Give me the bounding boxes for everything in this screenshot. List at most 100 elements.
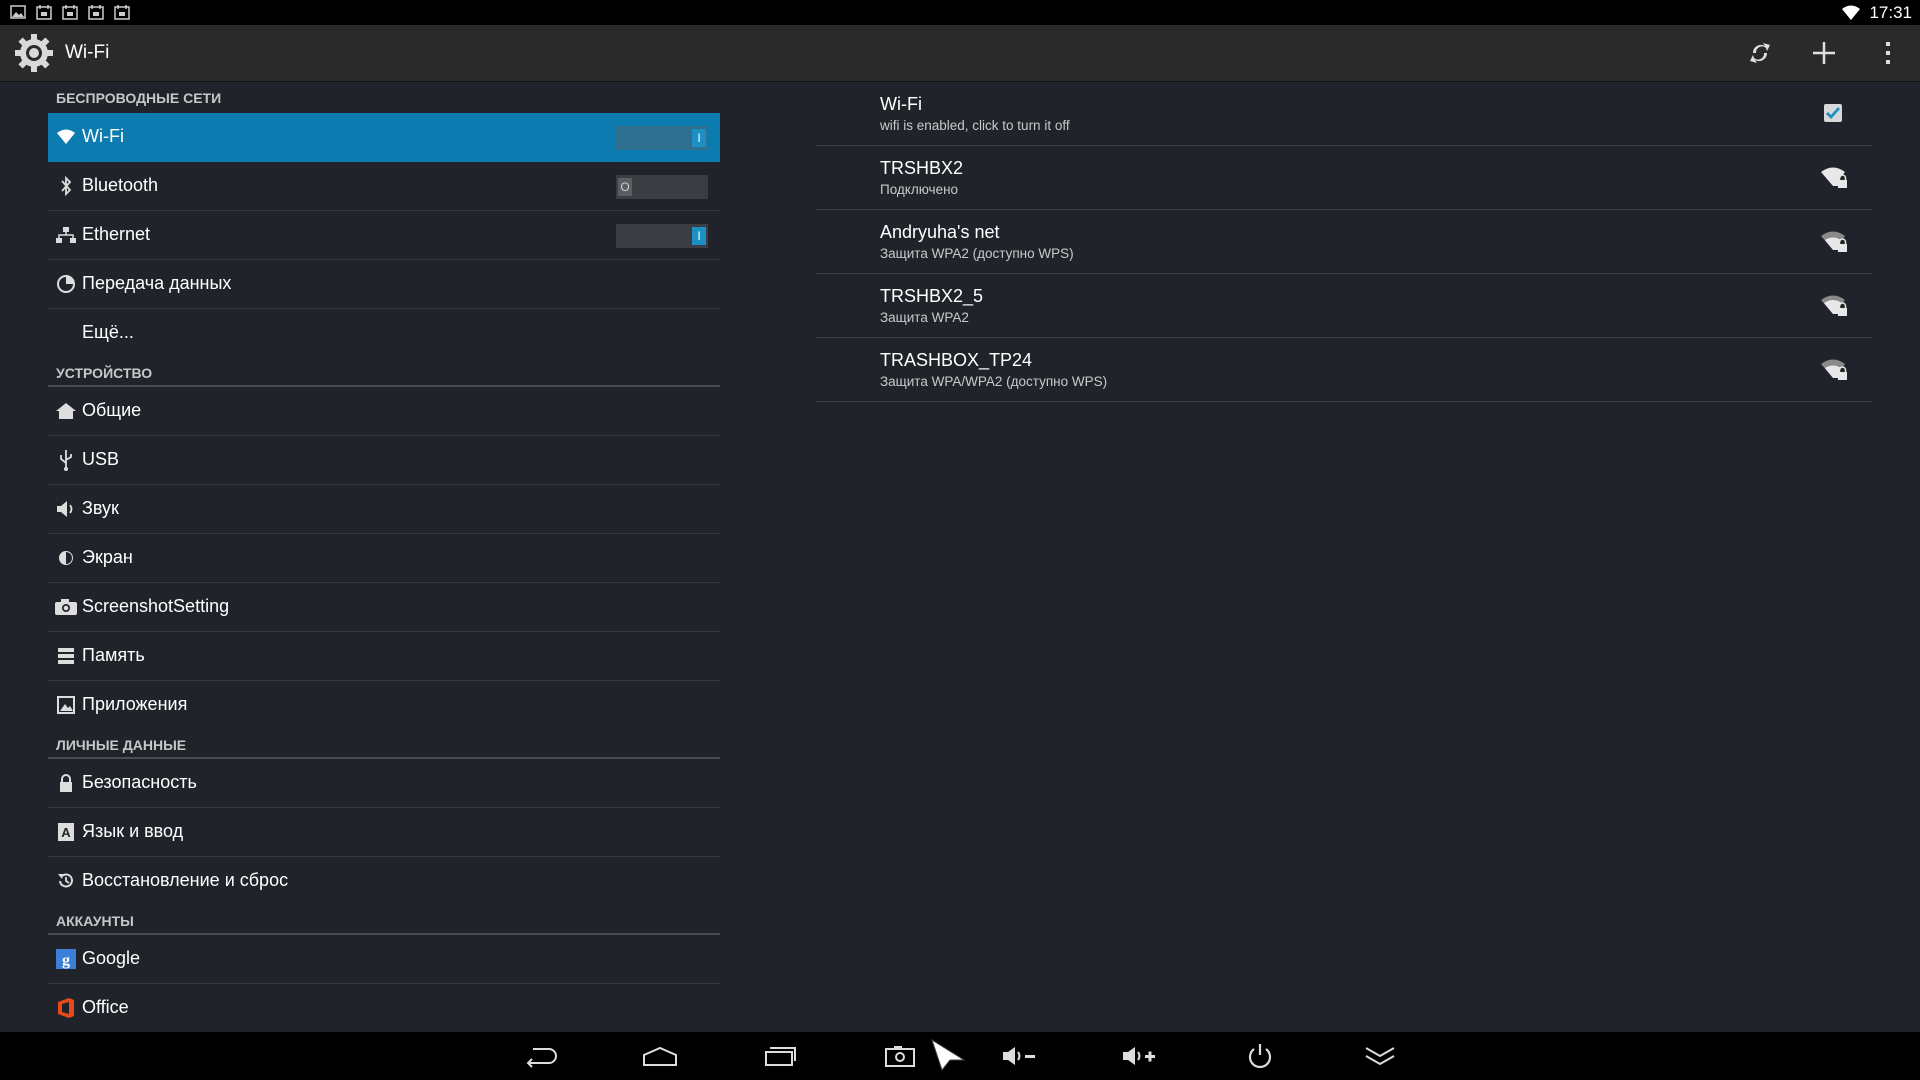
menu-item-storage[interactable]: Память (48, 632, 720, 681)
menu-item-more[interactable]: Ещё... (48, 309, 720, 358)
menu-item-backup-reset[interactable]: Восстановление и сброс (48, 857, 720, 906)
screenshot-button[interactable] (880, 1040, 920, 1072)
mouse-cursor-icon (931, 1038, 966, 1072)
network-item[interactable]: TRSHBX2 Подключено (816, 146, 1872, 210)
wifi-lock-icon (1821, 167, 1847, 188)
bluetooth-icon (54, 174, 78, 198)
menu-item-data-usage[interactable]: Передача данных (48, 260, 720, 309)
wifi-checkbox[interactable] (1824, 104, 1842, 122)
volume-up-button[interactable] (1120, 1040, 1160, 1072)
storage-icon (54, 644, 78, 668)
network-item[interactable]: Andryuha's net Защита WPA2 (доступно WPS… (816, 210, 1872, 274)
menu-item-label: ScreenshotSetting (82, 596, 230, 616)
menu-item-security[interactable]: Безопасность (48, 759, 720, 808)
section-header-device: УСТРОЙСТВО (48, 358, 720, 387)
menu-item-label: Язык и ввод (82, 821, 184, 841)
wifi-lock-icon (1821, 231, 1847, 252)
menu-item-label: Экран (82, 547, 133, 567)
network-ssid: TRSHBX2 (880, 158, 964, 178)
overflow-menu-icon (1886, 42, 1890, 64)
ethernet-toggle[interactable]: I (616, 224, 708, 248)
status-bar: 17:31 (0, 0, 1920, 25)
network-status: Защита WPA2 (доступно WPS) (880, 246, 1074, 261)
network-status: Подключено (880, 182, 959, 197)
collapse-button[interactable] (1360, 1040, 1400, 1072)
menu-item-label: Безопасность (82, 772, 197, 792)
section-header-accounts: АККАУНТЫ (48, 906, 720, 935)
network-item[interactable]: TRASHBOX_TP24 Защита WPA/WPA2 (доступно … (816, 338, 1872, 402)
back-button[interactable] (520, 1040, 560, 1072)
network-ssid: TRASHBOX_TP24 (880, 350, 1033, 370)
svg-text:A: A (61, 825, 71, 840)
wifi-master-title: Wi-Fi (880, 94, 922, 114)
calendar-icon (36, 5, 52, 20)
bluetooth-toggle[interactable]: O (616, 175, 708, 199)
image-icon (10, 5, 26, 19)
toggle-thumb: O (618, 178, 632, 196)
camera-icon (54, 595, 78, 619)
backup-icon (54, 869, 78, 893)
network-status: Защита WPA/WPA2 (доступно WPS) (880, 374, 1108, 389)
office-icon (54, 996, 78, 1020)
language-icon: A (54, 820, 78, 844)
network-status: Защита WPA2 (880, 310, 969, 325)
section-header-wireless: БЕСПРОВОДНЫЕ СЕТИ (56, 90, 222, 106)
home-icon (643, 1046, 677, 1066)
wps-icon (1750, 43, 1770, 63)
toggle-thumb: I (692, 129, 706, 147)
menu-item-label: Office (82, 997, 129, 1017)
wifi-icon (54, 125, 78, 149)
volume-down-icon (1003, 1047, 1035, 1065)
wifi-lock-icon (1821, 359, 1847, 380)
menu-item-language[interactable]: A Язык и ввод (48, 808, 720, 857)
menu-item-usb[interactable]: USB (48, 436, 720, 485)
menu-item-google[interactable]: g Google (48, 935, 720, 984)
menu-item-label: Ещё... (82, 322, 134, 342)
page-title: Wi-Fi (65, 42, 110, 63)
menu-item-sound[interactable]: Звук (48, 485, 720, 534)
volume-down-button[interactable] (1000, 1040, 1040, 1072)
add-network-button[interactable] (1806, 35, 1842, 71)
back-icon (526, 1048, 557, 1068)
calendar-icon (88, 5, 104, 20)
svg-text:g: g (62, 952, 70, 969)
recents-button[interactable] (760, 1040, 800, 1072)
collapse-icon (1365, 1047, 1395, 1066)
lock-icon (54, 771, 78, 795)
menu-item-screenshot-setting[interactable]: ScreenshotSetting (48, 583, 720, 632)
menu-item-office[interactable]: Office (48, 984, 720, 1032)
clock: 17:31 (1869, 2, 1912, 22)
menu-item-label: Восстановление и сброс (82, 870, 289, 890)
wifi-master-switch[interactable]: Wi-Fi wifi is enabled, click to turn it … (816, 82, 1872, 146)
menu-item-label: Передача данных (82, 273, 232, 293)
settings-gear-icon[interactable] (14, 33, 54, 73)
menu-item-display[interactable]: Экран (48, 534, 720, 583)
network-ssid: TRSHBX2_5 (880, 286, 984, 306)
volume-up-icon (1123, 1047, 1155, 1065)
menu-item-ethernet[interactable]: Ethernet I (48, 211, 720, 260)
screenshot-icon (885, 1046, 915, 1067)
recents-icon (765, 1047, 796, 1066)
network-item[interactable]: TRSHBX2_5 Защита WPA2 (816, 274, 1872, 338)
menu-item-apps[interactable]: Приложения (48, 681, 720, 730)
calendar-icon (114, 5, 130, 20)
sound-icon (54, 497, 78, 521)
action-bar: Wi-Fi (0, 25, 1920, 82)
power-button[interactable] (1240, 1040, 1280, 1072)
section-header-personal: ЛИЧНЫЕ ДАННЫЕ (48, 730, 720, 759)
wps-button[interactable] (1742, 35, 1778, 71)
menu-item-label: Общие (82, 400, 142, 420)
navigation-bar (0, 1032, 1920, 1080)
home-button[interactable] (640, 1040, 680, 1072)
toggle-thumb: I (692, 227, 706, 245)
menu-item-bluetooth[interactable]: Bluetooth O (48, 162, 720, 211)
menu-item-label: Google (82, 948, 141, 968)
wifi-signal-icon (1842, 5, 1861, 20)
menu-item-label: USB (82, 449, 120, 469)
menu-item-general[interactable]: Общие (48, 387, 720, 436)
wifi-toggle[interactable]: I (616, 126, 708, 150)
menu-item-wifi[interactable]: Wi-Fi I (48, 113, 720, 162)
menu-item-label: Bluetooth (82, 175, 159, 195)
overflow-menu-button[interactable] (1870, 35, 1906, 71)
display-icon (54, 546, 78, 570)
